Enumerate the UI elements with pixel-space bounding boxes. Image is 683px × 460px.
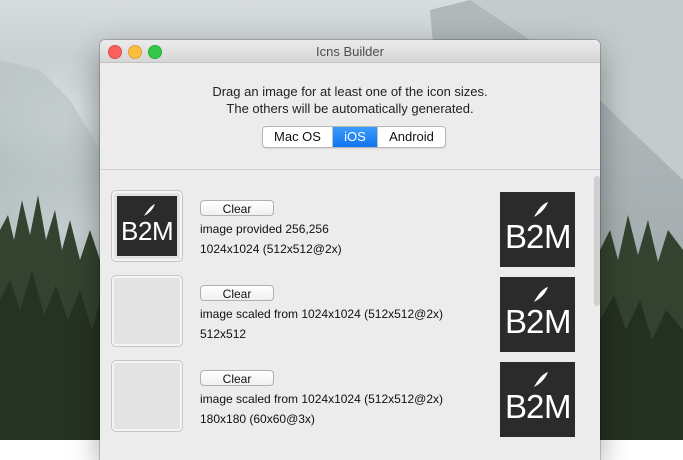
image-drop-well[interactable] — [111, 275, 183, 347]
icon-size-label: 180x180 (60x60@3x) — [200, 412, 315, 426]
image-drop-well[interactable] — [111, 360, 183, 432]
logo-text-mid: 2 — [526, 218, 544, 255]
title-bar[interactable]: Icns Builder — [100, 40, 600, 63]
clear-button[interactable]: Clear — [200, 200, 274, 216]
generated-icon-preview: B 2 M — [500, 192, 575, 267]
logo-text-mid: 2 — [526, 303, 544, 340]
logo-text-left: B — [505, 218, 527, 255]
icon-size-label: 1024x1024 (512x512@2x) — [200, 242, 342, 256]
logo-text-left: B — [505, 388, 527, 425]
app-window: Icns Builder Drag an image for at least … — [100, 40, 600, 460]
platform-tab-ios[interactable]: iOS — [333, 127, 378, 147]
logo-text-left: B — [121, 216, 138, 246]
list-scrollbar[interactable] — [594, 170, 600, 460]
window-title: Icns Builder — [316, 44, 384, 59]
scrollbar-thumb[interactable] — [594, 176, 600, 306]
logo-text-right: M — [152, 216, 174, 246]
image-status-text: image scaled from 1024x1024 (512x512@2x) — [200, 307, 443, 321]
logo-text-mid: 2 — [138, 216, 152, 246]
generated-icon-preview: B 2 M — [500, 277, 575, 352]
instruction-line-2: The others will be automatically generat… — [226, 101, 474, 116]
logo-text-mid: 2 — [526, 388, 544, 425]
clear-button[interactable]: Clear — [200, 370, 274, 386]
image-drop-well[interactable]: B 2 M — [111, 190, 183, 262]
icon-size-list: B 2 M Clear image provided 256,256 1024x… — [100, 170, 600, 460]
instruction-line-1: Drag an image for at least one of the ic… — [212, 84, 488, 99]
icon-size-row: Clear image scaled from 1024x1024 (512x5… — [100, 275, 600, 360]
image-status-text: image provided 256,256 — [200, 222, 329, 236]
icon-size-row: B 2 M Clear image provided 256,256 1024x… — [100, 190, 600, 275]
logo-text-right: M — [544, 388, 572, 425]
icon-size-label: 512x512 — [200, 327, 247, 341]
platform-tab-mac-os[interactable]: Mac OS — [263, 127, 333, 147]
logo-text-right: M — [544, 303, 572, 340]
image-status-text: image scaled from 1024x1024 (512x512@2x) — [200, 392, 443, 406]
clear-button[interactable]: Clear — [200, 285, 274, 301]
source-image-thumbnail: B 2 M — [117, 196, 177, 256]
logo-text-left: B — [505, 303, 527, 340]
logo-text-right: M — [544, 218, 572, 255]
platform-segmented-control: Mac OS iOS Android — [262, 126, 446, 148]
platform-tab-android[interactable]: Android — [378, 127, 445, 147]
generated-icon-preview: B 2 M — [500, 362, 575, 437]
instruction-header: Drag an image for at least one of the ic… — [100, 63, 600, 170]
icon-size-row: Clear image scaled from 1024x1024 (512x5… — [100, 360, 600, 445]
